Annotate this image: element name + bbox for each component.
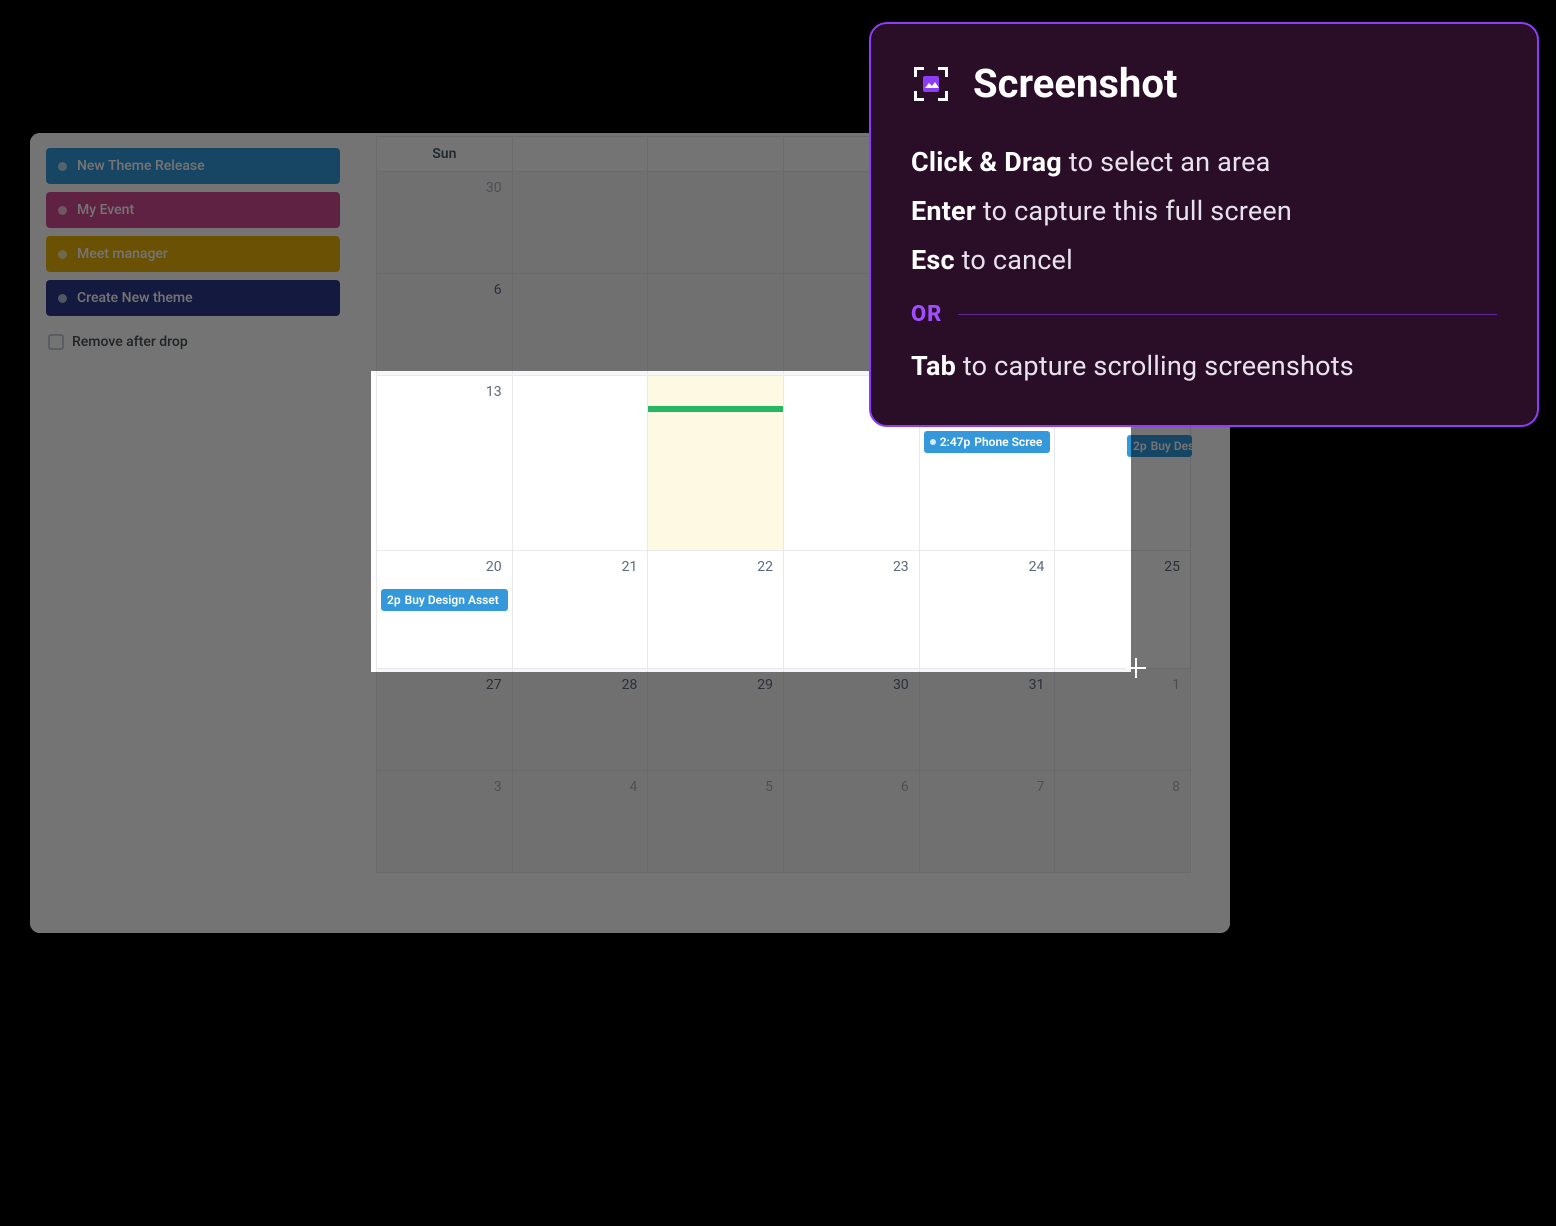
divider-line [958,314,1497,315]
hint-line: Click & Drag to select an area [911,143,1497,182]
hint-line: Esc to cancel [911,241,1497,280]
hint-or-label: OR [911,302,942,327]
hint-line: Enter to capture this full screen [911,192,1497,231]
hint-line: Tab to capture scrolling screenshots [911,347,1497,386]
hint-body: Click & Drag to select an area Enter to … [911,143,1497,280]
hint-title: Screenshot [973,60,1177,107]
hint-header: Screenshot [911,60,1497,107]
hint-divider: OR [911,302,1497,327]
screenshot-icon [911,64,951,104]
screenshot-hint-card: Screenshot Click & Drag to select an are… [869,22,1539,427]
hint-body-2: Tab to capture scrolling screenshots [911,347,1497,386]
